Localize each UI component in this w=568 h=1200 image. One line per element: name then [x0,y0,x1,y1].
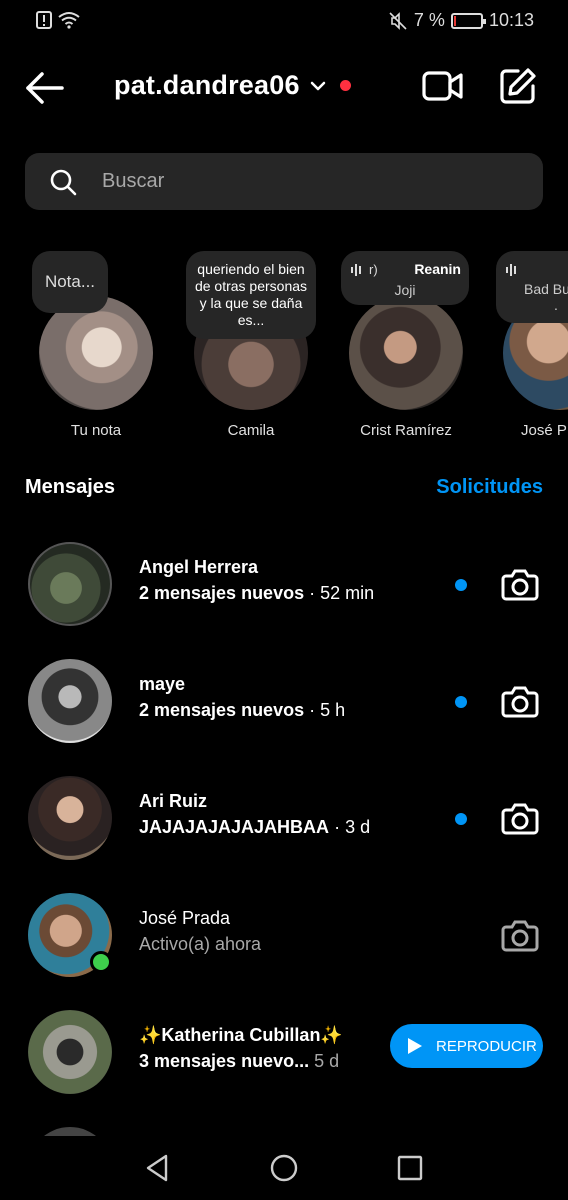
nav-home-icon [270,1154,298,1182]
nav-home-button[interactable] [268,1152,300,1184]
unread-dot [455,579,467,591]
play-label: REPRODUCIR [436,1037,537,1055]
conversation-time: 5 h [320,700,346,720]
note-bubble: queriendo el bien de otras personas y la… [186,251,316,339]
notes-row: Nota... Tu nota queriendo el bien de otr… [0,248,568,448]
camera-icon [501,686,539,718]
activity-dot [339,80,351,91]
play-icon [408,1038,422,1054]
avatar [28,1127,112,1136]
back-arrow-icon [26,72,64,104]
status-icons-right: 7 % 10:13 [388,10,534,31]
messages-section-header: Mensajes Solicitudes [25,476,543,504]
conversation-name: maye [139,674,186,694]
unread-dot [455,696,467,708]
video-call-icon [422,71,463,101]
online-indicator [90,951,112,973]
mute-icon [389,11,407,30]
section-title: Mensajes [25,476,116,498]
conversation-row[interactable]: Angel Herrera 2 mensajes nuevos · 52 min [0,534,568,634]
music-artist: Joji [394,282,416,298]
audio-wave-icon [351,263,361,276]
status-icons-left [36,11,80,29]
conversation-status: Activo(a) ahora [139,934,262,954]
header: pat.dandrea06 [0,58,568,118]
compose-icon [500,68,536,104]
avatar [28,659,112,743]
clock: 10:13 [488,10,534,30]
conversation-time: 5 d [314,1051,340,1071]
avatar [28,776,112,860]
camera-button[interactable] [500,681,540,721]
conversation-row-partial[interactable] [0,1119,568,1136]
back-button[interactable] [24,70,64,106]
conversation-row[interactable]: Ari Ruiz JAJAJAJAJAJAHBAA · 3 d [0,768,568,868]
play-button[interactable]: REPRODUCIR [390,1024,543,1068]
conversation-preview: JAJAJAJAJAJAHBAA · 3 d [139,817,371,837]
conversation-row[interactable]: ✨Katherina Cubillan✨ 3 mensajes nuevo...… [0,1002,568,1102]
unread-dot [455,813,467,825]
video-call-button[interactable] [422,68,464,104]
nav-back-icon [146,1154,168,1182]
search-icon [50,169,77,195]
search-input[interactable]: Buscar [102,170,164,193]
avatar [28,1010,112,1094]
requests-link[interactable]: Solicitudes [436,476,543,499]
alert-icon [36,11,52,29]
note-label: José P [521,422,567,439]
chevron-down-icon [310,81,325,90]
wifi-icon [58,12,80,29]
music-song: Reanin [414,261,461,277]
conversation-name: ✨Katherina Cubillan✨ [139,1025,343,1045]
nav-recents-button[interactable] [394,1152,426,1184]
nav-back-button[interactable] [142,1152,174,1184]
camera-icon [501,920,539,952]
camera-button[interactable] [500,915,540,955]
search-bar[interactable]: Buscar [25,153,543,210]
music-artist: Bad Bu [524,281,568,297]
camera-button[interactable] [500,798,540,838]
compose-button[interactable] [498,66,538,106]
note-bubble: Nota... [32,251,108,313]
conversation-row[interactable]: maye 2 mensajes nuevos · 5 h [0,651,568,751]
conversation-time: 52 min [320,583,375,603]
avatar [349,296,463,410]
battery-icon [450,12,486,29]
note-label: Camila [227,422,275,439]
note-label: Tu nota [70,422,122,439]
note-label: Crist Ramírez [360,422,452,439]
conversation-name: José Prada [139,908,231,928]
avatar [39,296,153,410]
note-item-jose[interactable]: Bad Bu . José P [490,248,568,448]
conversation-name: Angel Herrera [139,557,259,577]
conversation-row[interactable]: José Prada Activo(a) ahora [0,885,568,985]
account-username: pat.dandrea06 [114,70,300,100]
note-item-crist[interactable]: r) Reanin Joji Crist Ramírez [336,248,476,448]
conversation-name: Ari Ruiz [139,791,208,811]
note-item-own[interactable]: Nota... Tu nota [26,248,166,448]
conversation-preview: 3 mensajes nuevo... 5 d [139,1051,340,1071]
music-extra: . [554,297,558,313]
note-bubble-music: Bad Bu . [496,251,568,323]
avatar [28,542,112,626]
nav-recents-icon [397,1155,423,1181]
camera-icon [501,803,539,835]
audio-wave-icon [506,264,516,276]
camera-icon [501,569,539,601]
music-prefix: r) [369,262,378,277]
status-bar: 7 % 10:13 [0,0,568,44]
conversation-time: 3 d [345,817,371,837]
system-nav-bar [0,1136,568,1200]
conversation-preview: 2 mensajes nuevos · 5 h [139,700,346,720]
note-item-camila[interactable]: queriendo el bien de otras personas y la… [181,248,321,448]
account-switcher[interactable]: pat.dandrea06 [114,70,351,101]
conversation-preview: 2 mensajes nuevos · 52 min [139,583,375,603]
battery-percent: 7 % [413,10,445,30]
camera-button[interactable] [500,564,540,604]
note-bubble-music: r) Reanin Joji [341,251,469,305]
